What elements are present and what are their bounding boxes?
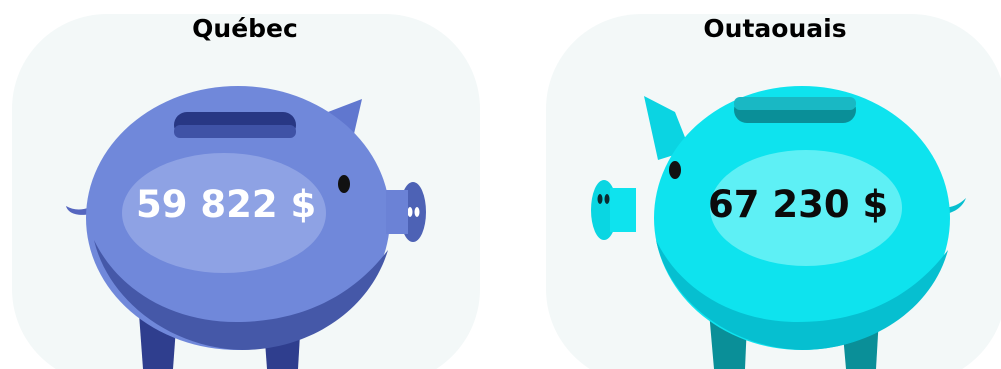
pig-nostril — [597, 194, 603, 204]
pig-eye — [338, 175, 350, 193]
pig-snout-joint — [386, 190, 408, 234]
savings-amount: 59 822 $ — [136, 183, 317, 226]
coin-slot-rim — [734, 97, 856, 110]
coin-slot-rim — [174, 125, 296, 138]
pig-nostril — [604, 194, 610, 204]
pig-eye — [669, 161, 681, 179]
piggy-bank-card-outaouais: Outaouais 67 230 $ — [540, 0, 1001, 369]
pig-snout-joint — [610, 188, 636, 232]
region-title: Outaouais — [703, 14, 847, 43]
pig-nostril — [407, 207, 413, 217]
pig-nostril — [414, 207, 420, 217]
savings-amount: 67 230 $ — [708, 183, 889, 226]
region-title: Québec — [192, 14, 298, 43]
piggy-bank-card-quebec: Québec 59 822 $ — [10, 0, 480, 369]
